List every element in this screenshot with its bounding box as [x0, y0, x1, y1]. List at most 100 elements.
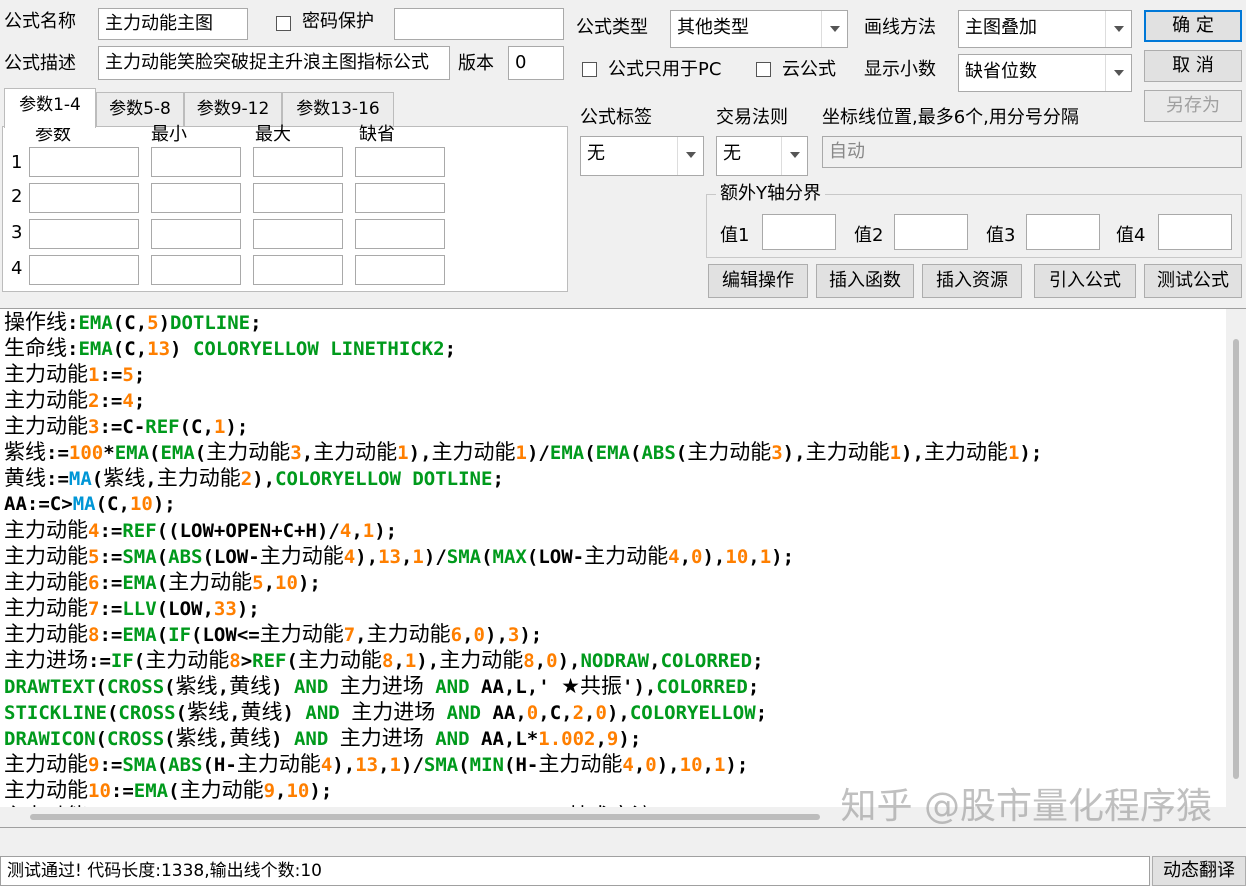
cloud-formula-label: 云公式	[782, 59, 836, 80]
param-3-min-input[interactable]	[151, 219, 241, 249]
code-line[interactable]: 操作线:EMA(C,5)DOTLINE;	[4, 309, 1220, 335]
pc-only-checkbox[interactable]	[582, 62, 597, 77]
test-formula-button[interactable]: 测试公式	[1144, 264, 1242, 298]
code-line[interactable]: 主力动能2:=4;	[4, 387, 1220, 413]
cloud-formula-checkbox[interactable]	[756, 62, 771, 77]
password-protect-label: 密码保护	[302, 11, 374, 32]
formula-name-label: 公式名称	[4, 11, 76, 32]
insert-resource-button[interactable]: 插入资源	[922, 264, 1022, 298]
vertical-scrollbar[interactable]	[1226, 309, 1246, 827]
formula-type-select[interactable]: 其他类型	[670, 10, 848, 48]
ok-button[interactable]: 确 定	[1144, 10, 1242, 42]
chevron-down-icon	[821, 11, 847, 47]
formula-name-input[interactable]: 主力动能主图	[98, 8, 248, 40]
param-row-1-label: 1	[11, 152, 23, 173]
param-header-max: 最大	[255, 124, 291, 145]
version-input[interactable]: 0	[508, 46, 564, 80]
code-editor[interactable]: 操作线:EMA(C,5)DOTLINE; 生命线:EMA(C,13) COLORY…	[0, 308, 1246, 828]
y-value-3-label: 值3	[986, 225, 1016, 246]
param-4-name-input[interactable]	[29, 255, 139, 285]
formula-desc-label: 公式描述	[4, 53, 76, 74]
param-header-default: 缺省	[359, 124, 395, 145]
code-line[interactable]: 主力动能4:=REF((LOW+OPEN+C+H)/4,1);	[4, 517, 1220, 543]
param-4-max-input[interactable]	[253, 255, 343, 285]
code-line[interactable]: 主力动能5:=SMA(ABS(LOW-主力动能4),13,1)/SMA(MAX(…	[4, 543, 1220, 569]
formula-tag-select[interactable]: 无	[580, 136, 704, 176]
cancel-button[interactable]: 取 消	[1144, 50, 1242, 82]
draw-method-label: 画线方法	[864, 17, 936, 38]
param-1-default-input[interactable]	[355, 147, 445, 177]
dynamic-translate-button[interactable]: 动态翻译	[1152, 856, 1246, 886]
coord-line-label: 坐标线位置,最多6个,用分号分隔	[822, 107, 1079, 128]
code-line[interactable]: AA:=C>MA(C,10);	[4, 491, 1220, 517]
y-value-4-input[interactable]	[1158, 214, 1232, 250]
version-label: 版本	[458, 53, 494, 74]
param-4-default-input[interactable]	[355, 255, 445, 285]
decimal-value: 缺省位数	[965, 61, 1037, 82]
params-panel: 参数 最小 最大 缺省 1 2 3 4	[2, 124, 568, 292]
trade-rule-select[interactable]: 无	[716, 136, 808, 176]
formula-type-value: 其他类型	[677, 17, 749, 38]
password-input[interactable]	[394, 8, 564, 40]
code-content[interactable]: 操作线:EMA(C,5)DOTLINE; 生命线:EMA(C,13) COLORY…	[4, 309, 1220, 827]
draw-method-value: 主图叠加	[965, 17, 1037, 38]
tab-params-13-16[interactable]: 参数13-16	[282, 92, 394, 126]
trade-rule-value: 无	[723, 143, 741, 164]
param-2-min-input[interactable]	[151, 183, 241, 213]
param-header-min: 最小	[151, 124, 187, 145]
code-line[interactable]: 主力动能1:=5;	[4, 361, 1220, 387]
coord-line-input[interactable]: 自动	[822, 136, 1242, 168]
y-value-1-input[interactable]	[762, 214, 836, 250]
code-line[interactable]: 主力动能7:=LLV(LOW,33);	[4, 595, 1220, 621]
formula-tag-label: 公式标签	[580, 107, 652, 128]
formula-tag-value: 无	[587, 143, 605, 164]
param-2-max-input[interactable]	[253, 183, 343, 213]
password-protect-checkbox[interactable]	[276, 16, 291, 31]
param-2-default-input[interactable]	[355, 183, 445, 213]
code-line[interactable]: 主力动能6:=EMA(主力动能5,10);	[4, 569, 1220, 595]
y-value-2-input[interactable]	[894, 214, 968, 250]
param-1-max-input[interactable]	[253, 147, 343, 177]
decimal-label: 显示小数	[864, 59, 936, 80]
insert-function-button[interactable]: 插入函数	[816, 264, 914, 298]
param-4-min-input[interactable]	[151, 255, 241, 285]
code-line[interactable]: 主力动能9:=SMA(ABS(H-主力动能4),13,1)/SMA(MIN(H-…	[4, 751, 1220, 777]
code-line[interactable]: 紫线:=100*EMA(EMA(主力动能3,主力动能1),主力动能1)/EMA(…	[4, 439, 1220, 465]
param-3-default-input[interactable]	[355, 219, 445, 249]
param-row-4-label: 4	[11, 258, 23, 279]
draw-method-select[interactable]: 主图叠加	[958, 10, 1132, 48]
code-line[interactable]: 主力动能3:=C-REF(C,1);	[4, 413, 1220, 439]
chevron-down-icon	[1105, 11, 1131, 47]
param-row-2-label: 2	[11, 186, 23, 207]
y-value-2-label: 值2	[854, 225, 884, 246]
chevron-down-icon	[781, 137, 807, 175]
tab-params-1-4[interactable]: 参数1-4	[4, 88, 96, 128]
code-line[interactable]: DRAWICON(CROSS(紫线,黄线) AND 主力进场 AND AA,L*…	[4, 725, 1220, 751]
param-row-3-label: 3	[11, 222, 23, 243]
code-line[interactable]: 黄线:=MA(紫线,主力动能2),COLORYELLOW DOTLINE;	[4, 465, 1220, 491]
param-1-name-input[interactable]	[29, 147, 139, 177]
param-1-min-input[interactable]	[151, 147, 241, 177]
edit-ops-button[interactable]: 编辑操作	[708, 264, 808, 298]
param-3-max-input[interactable]	[253, 219, 343, 249]
param-3-name-input[interactable]	[29, 219, 139, 249]
code-line[interactable]: DRAWTEXT(CROSS(紫线,黄线) AND 主力进场 AND AA,L,…	[4, 673, 1220, 699]
code-line[interactable]: 主力动能8:=EMA(IF(LOW<=主力动能7,主力动能6,0),3);	[4, 621, 1220, 647]
chevron-down-icon	[677, 137, 703, 175]
y-value-4-label: 值4	[1116, 225, 1146, 246]
import-formula-button[interactable]: 引入公式	[1034, 264, 1136, 298]
chevron-down-icon	[1105, 55, 1131, 91]
code-line[interactable]: 主力进场:=IF(主力动能8>REF(主力动能8,1),主力动能8,0),NOD…	[4, 647, 1220, 673]
code-line[interactable]: 生命线:EMA(C,13) COLORYELLOW LINETHICK2;	[4, 335, 1220, 361]
extra-y-axis-title: 额外Y轴分界	[716, 182, 825, 206]
decimal-select[interactable]: 缺省位数	[958, 54, 1132, 92]
formula-desc-input[interactable]: 主力动能笑脸突破捉主升浪主图指标公式	[98, 46, 450, 80]
y-value-3-input[interactable]	[1026, 214, 1100, 250]
y-value-1-label: 值1	[720, 225, 750, 246]
code-line[interactable]: STICKLINE(CROSS(紫线,黄线) AND 主力进场 AND AA,0…	[4, 699, 1220, 725]
param-2-name-input[interactable]	[29, 183, 139, 213]
tab-params-5-8[interactable]: 参数5-8	[96, 92, 184, 126]
formula-type-label: 公式类型	[576, 17, 648, 38]
save-as-button[interactable]: 另存为	[1144, 90, 1242, 122]
tab-params-9-12[interactable]: 参数9-12	[184, 92, 282, 126]
